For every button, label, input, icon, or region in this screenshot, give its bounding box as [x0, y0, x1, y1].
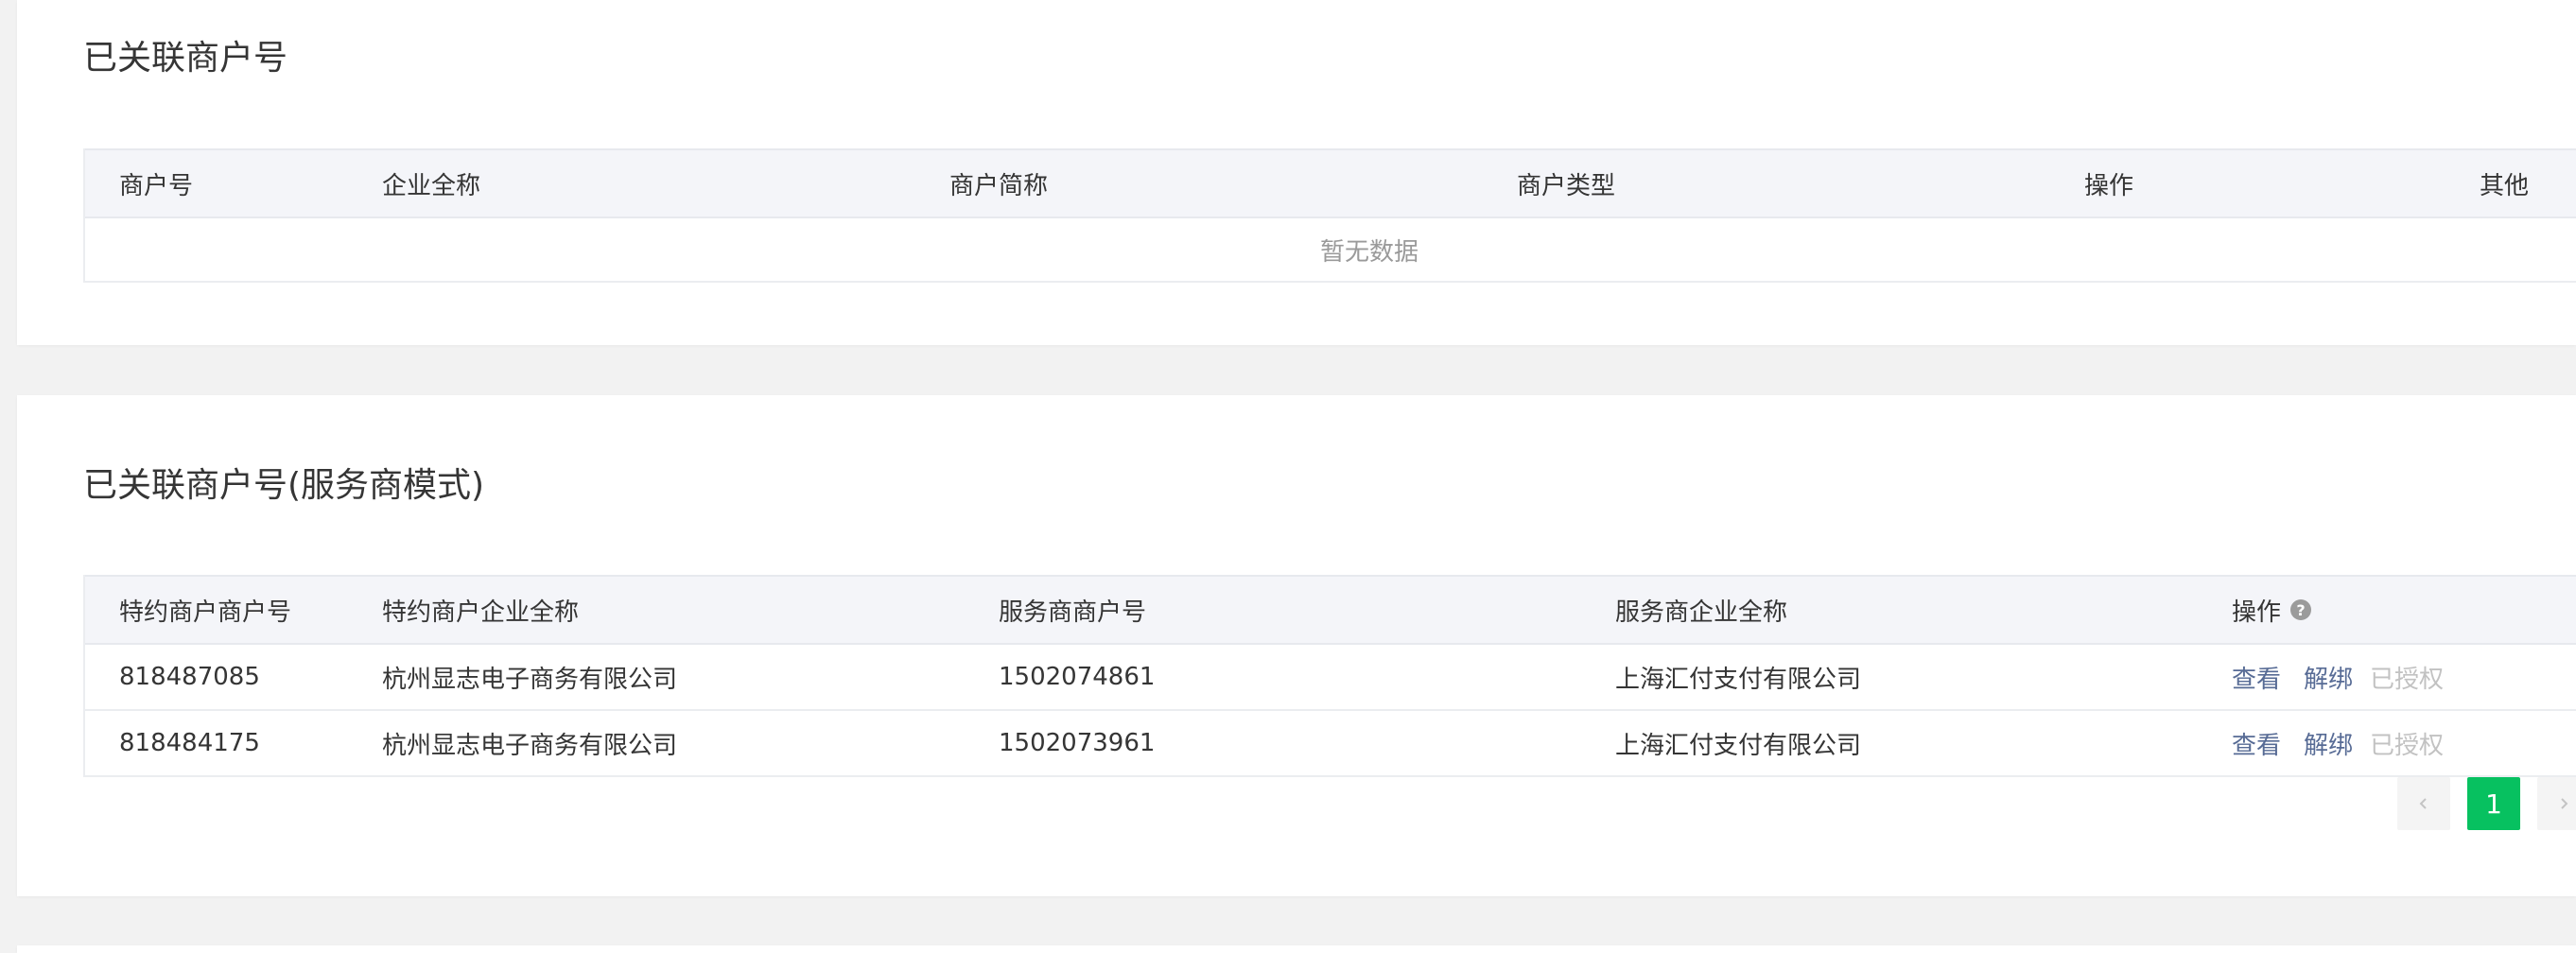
- column-header-other: 其他: [2480, 171, 2530, 200]
- column-header-provider-id: 服务商商户号: [999, 598, 1147, 627]
- section-title-service-provider-mode: 已关联商户号(服务商模式): [83, 466, 485, 505]
- sub-merchant-name: 杭州显志电子商务有限公司: [382, 665, 678, 694]
- view-link[interactable]: 查看: [2232, 726, 2281, 761]
- linked-merchants-card: 已关联商户号 商户号 企业全称 商户简称 商户类型 操作 其他 暂无数据: [17, 0, 2576, 345]
- column-header-merchant-id: 商户号: [119, 171, 194, 200]
- row-actions: 查看 解绑 已授权: [2232, 645, 2444, 709]
- next-page-button[interactable]: [2537, 777, 2576, 830]
- linked-merchants-service-provider-card: 已关联商户号(服务商模式) 特约商户商户号 特约商户企业全称 服务商商户号 服务…: [17, 395, 2576, 896]
- column-header-short-name: 商户简称: [949, 171, 1049, 200]
- chevron-right-icon: [2561, 798, 2568, 809]
- table-header: 商户号 企业全称 商户简称 商户类型 操作 其他: [85, 148, 2576, 218]
- view-link[interactable]: 查看: [2232, 660, 2281, 695]
- page-button-current[interactable]: 1: [2467, 777, 2520, 830]
- column-header-company-name: 企业全称: [382, 171, 481, 200]
- table-row: 818484175 杭州显志电子商务有限公司 1502073961 上海汇付支付…: [85, 711, 2576, 777]
- unbind-link[interactable]: 解绑: [2304, 660, 2353, 695]
- provider-company-name: 上海汇付支付有限公司: [1615, 665, 1862, 694]
- column-header-provider-name: 服务商企业全称: [1615, 598, 1788, 627]
- column-header-sub-merchant-name: 特约商户企业全称: [382, 598, 580, 627]
- empty-state-text: 暂无数据: [1319, 237, 1419, 267]
- authorized-label: 已授权: [2370, 665, 2445, 694]
- prev-page-button[interactable]: [2397, 777, 2450, 830]
- provider-merchant-id: 1502073961: [999, 729, 1156, 757]
- question-circle-icon[interactable]: ?: [2290, 599, 2312, 620]
- column-header-actions: 操作 ?: [2232, 577, 2312, 643]
- unbind-link[interactable]: 解绑: [2304, 726, 2353, 761]
- empty-row: 暂无数据: [85, 218, 2576, 283]
- provider-merchant-id: 1502074861: [999, 663, 1156, 691]
- column-header-actions: 操作: [2084, 171, 2134, 200]
- column-header-merchant-type: 商户类型: [1517, 171, 1616, 200]
- provider-company-name: 上海汇付支付有限公司: [1615, 731, 1862, 760]
- sub-merchant-id: 818484175: [119, 729, 260, 757]
- column-header-actions-label: 操作: [2232, 598, 2282, 627]
- sub-merchant-name: 杭州显志电子商务有限公司: [382, 731, 678, 760]
- column-header-sub-merchant-id: 特约商户商户号: [119, 598, 292, 627]
- section-title-linked-merchants: 已关联商户号: [83, 39, 288, 78]
- table-header: 特约商户商户号 特约商户企业全称 服务商商户号 服务商企业全称 操作 ?: [85, 575, 2576, 645]
- authorized-label: 已授权: [2370, 731, 2445, 760]
- service-provider-merchants-table: 特约商户商户号 特约商户企业全称 服务商商户号 服务商企业全称 操作 ? 818…: [83, 575, 2576, 777]
- chevron-left-icon: [2419, 798, 2427, 809]
- sub-merchant-id: 818487085: [119, 663, 260, 691]
- pagination: 1: [2397, 777, 2576, 830]
- next-section-card: [17, 945, 2576, 953]
- table-row: 818487085 杭州显志电子商务有限公司 1502074861 上海汇付支付…: [85, 645, 2576, 711]
- row-actions: 查看 解绑 已授权: [2232, 711, 2444, 775]
- linked-merchants-table: 商户号 企业全称 商户简称 商户类型 操作 其他 暂无数据: [83, 148, 2576, 283]
